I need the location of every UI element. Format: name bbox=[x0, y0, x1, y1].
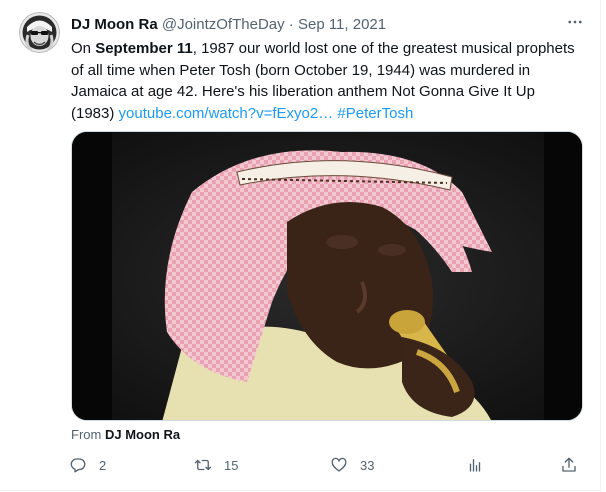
avatar-image bbox=[19, 12, 60, 53]
video-thumbnail bbox=[72, 132, 582, 420]
tweet-text-part: On bbox=[71, 40, 96, 57]
retweet-icon bbox=[194, 459, 212, 471]
like-count: 33 bbox=[360, 457, 375, 473]
tweet-header: DJ Moon Ra @JointzOfTheDay · Sep 11, 202… bbox=[71, 15, 566, 35]
analytics-button[interactable] bbox=[466, 455, 484, 475]
author-name[interactable]: DJ Moon Ra bbox=[71, 16, 158, 33]
tweet-text-bold: September 11 bbox=[95, 40, 193, 57]
reply-icon bbox=[70, 458, 86, 473]
tweet-date[interactable]: Sep 11, 2021 bbox=[298, 16, 386, 33]
retweet-count: 15 bbox=[224, 457, 239, 473]
separator-dot: · bbox=[288, 16, 294, 33]
like-button[interactable]: 33 bbox=[330, 455, 374, 475]
reply-button[interactable]: 2 bbox=[69, 455, 106, 475]
more-options-button[interactable] bbox=[565, 12, 585, 32]
more-icon bbox=[568, 20, 582, 24]
media-attribution: From DJ Moon Ra bbox=[71, 427, 180, 443]
hashtag-link[interactable]: #PeterTosh bbox=[337, 105, 413, 122]
video-media[interactable] bbox=[71, 131, 583, 421]
from-label: From bbox=[71, 427, 102, 442]
like-icon bbox=[331, 457, 347, 472]
author-handle[interactable]: @JointzOfTheDay bbox=[162, 16, 285, 33]
from-author[interactable]: DJ Moon Ra bbox=[105, 427, 180, 442]
share-button[interactable] bbox=[560, 455, 578, 475]
reply-count: 2 bbox=[99, 457, 107, 473]
tweet-text: On September 11, 1987 our world lost one… bbox=[71, 38, 576, 124]
share-icon bbox=[562, 457, 576, 472]
analytics-icon bbox=[469, 459, 481, 472]
retweet-button[interactable]: 15 bbox=[194, 455, 238, 475]
youtube-link[interactable]: youtube.com/watch?v=fExyo2… bbox=[119, 105, 334, 122]
action-bar: 2 15 33 bbox=[69, 455, 583, 475]
avatar[interactable] bbox=[19, 12, 60, 53]
